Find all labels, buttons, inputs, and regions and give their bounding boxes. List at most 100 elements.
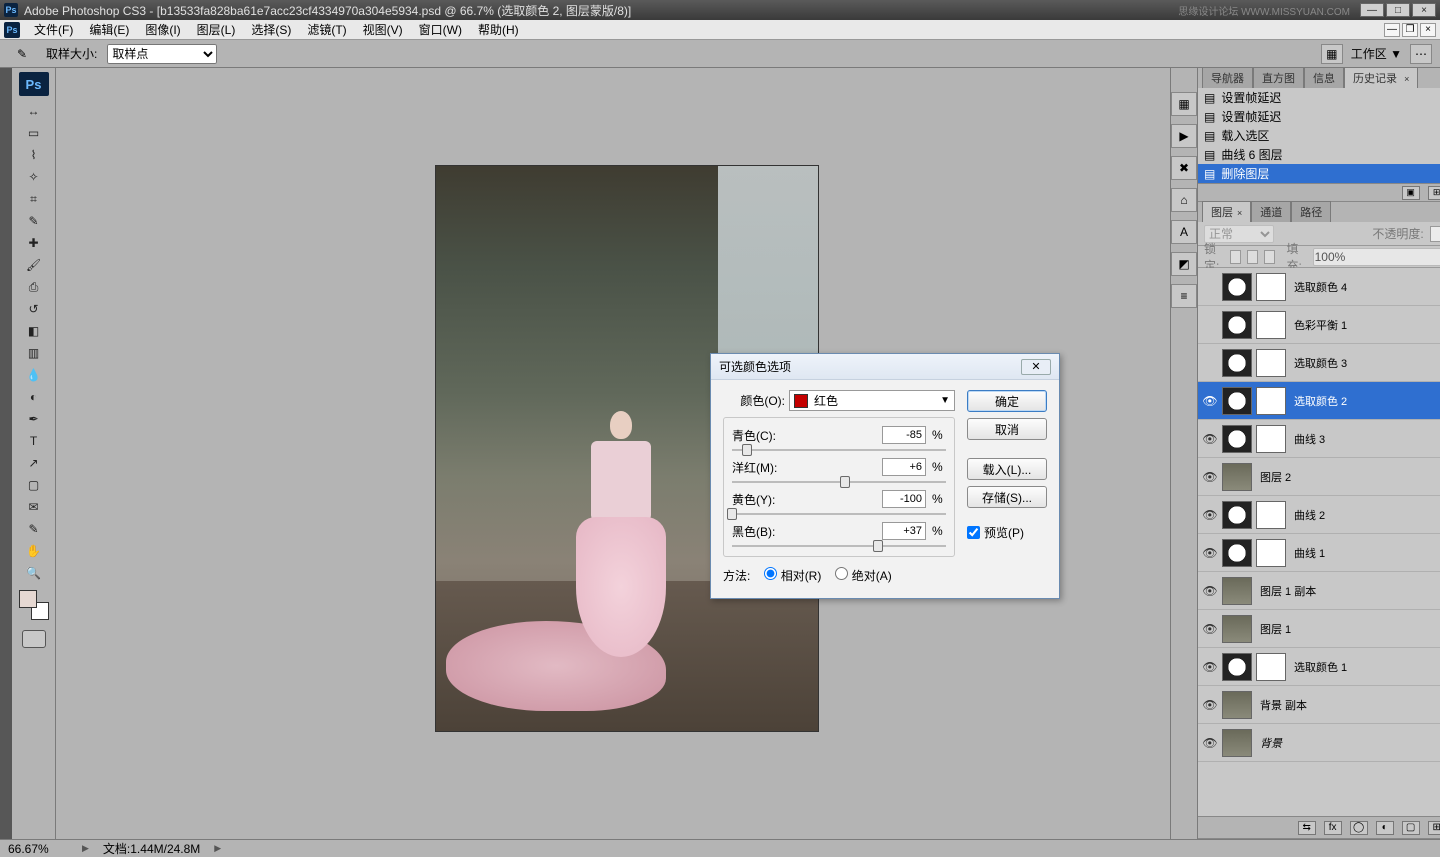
history-brush-tool[interactable]: ↺ — [22, 298, 46, 320]
fill-input[interactable] — [1313, 248, 1440, 266]
layer-fx-button[interactable]: fx — [1324, 821, 1342, 835]
history-tab-1[interactable]: 直方图 — [1253, 67, 1304, 88]
app-menu-icon[interactable]: Ps — [4, 22, 20, 38]
lock-position-button[interactable] — [1247, 250, 1258, 264]
layer-thumbnail[interactable] — [1222, 729, 1252, 757]
layer-thumbnail[interactable] — [1222, 311, 1252, 339]
slider-track-3[interactable] — [732, 542, 946, 550]
dock-icon-6[interactable]: ≡ — [1171, 284, 1197, 308]
layer-name[interactable]: 图层 1 — [1256, 621, 1440, 637]
layer-thumbnail[interactable] — [1222, 653, 1252, 681]
type-tool[interactable]: T — [22, 430, 46, 452]
workspace-menu[interactable]: 工作区 ▼ — [1351, 45, 1402, 62]
eyedrop2-tool[interactable]: ✎ — [22, 518, 46, 540]
dock-icon-1[interactable]: ▶ — [1171, 124, 1197, 148]
lasso-tool[interactable]: ⌇ — [22, 144, 46, 166]
history-row[interactable]: ▤载入选区 — [1198, 126, 1440, 145]
lock-pixels-button[interactable] — [1230, 250, 1241, 264]
layer-row[interactable]: 👁选取颜色 1 — [1198, 648, 1440, 686]
mask-thumbnail[interactable] — [1256, 387, 1286, 415]
visibility-toggle[interactable]: 👁 — [1202, 393, 1218, 409]
menu-7[interactable]: 窗口(W) — [411, 21, 470, 39]
menu-1[interactable]: 编辑(E) — [81, 21, 137, 39]
menu-8[interactable]: 帮助(H) — [470, 21, 527, 39]
visibility-toggle[interactable]: 👁 — [1202, 621, 1218, 637]
menu-2[interactable]: 图像(I) — [137, 21, 188, 39]
zoom-level[interactable]: 66.67% — [8, 842, 68, 856]
visibility-toggle[interactable] — [1202, 355, 1218, 371]
dialog-titlebar[interactable]: 可选颜色选项 ✕ — [711, 354, 1059, 380]
shape-tool[interactable]: ▢ — [22, 474, 46, 496]
layer-thumbnail[interactable] — [1222, 387, 1252, 415]
history-new-button[interactable]: ⊞ — [1428, 186, 1440, 200]
mask-thumbnail[interactable] — [1256, 273, 1286, 301]
layer-adj-button[interactable]: ◐ — [1376, 821, 1394, 835]
visibility-toggle[interactable]: 👁 — [1202, 545, 1218, 561]
layer-thumbnail[interactable] — [1222, 577, 1252, 605]
layer-name[interactable]: 选取颜色 4 — [1290, 279, 1440, 295]
move-tool[interactable]: ↔ — [22, 100, 46, 122]
history-tab-3[interactable]: 历史记录 × — [1344, 67, 1418, 88]
menu-4[interactable]: 选择(S) — [243, 21, 299, 39]
visibility-toggle[interactable]: 👁 — [1202, 697, 1218, 713]
layer-name[interactable]: 曲线 3 — [1290, 431, 1440, 447]
pen-tool[interactable]: ✒ — [22, 408, 46, 430]
layer-name[interactable]: 背景 副本 — [1256, 697, 1440, 713]
slider-value-0[interactable] — [882, 426, 926, 444]
ok-button[interactable]: 确定 — [967, 390, 1047, 412]
eraser-tool[interactable]: ◧ — [22, 320, 46, 342]
mask-thumbnail[interactable] — [1256, 653, 1286, 681]
history-row[interactable]: ▤设置帧延迟 — [1198, 88, 1440, 107]
dock-icon-4[interactable]: A — [1171, 220, 1197, 244]
layers-tab-0[interactable]: 图层× — [1202, 201, 1251, 222]
window-maximize-button[interactable]: □ — [1386, 3, 1410, 17]
menu-6[interactable]: 视图(V) — [355, 21, 411, 39]
visibility-toggle[interactable]: 👁 — [1202, 469, 1218, 485]
visibility-toggle[interactable]: 👁 — [1202, 507, 1218, 523]
slider-track-1[interactable] — [732, 478, 946, 486]
blur-tool[interactable]: 💧 — [22, 364, 46, 386]
cancel-button[interactable]: 取消 — [967, 418, 1047, 440]
visibility-toggle[interactable]: 👁 — [1202, 735, 1218, 751]
slider-track-0[interactable] — [732, 446, 946, 454]
layer-thumbnail[interactable] — [1222, 615, 1252, 643]
zoom-tool[interactable]: 🔍 — [22, 562, 46, 584]
crop-tool[interactable]: ⌗ — [22, 188, 46, 210]
hand-tool[interactable]: ✋ — [22, 540, 46, 562]
history-row[interactable]: ▤设置帧延迟 — [1198, 107, 1440, 126]
history-row[interactable]: ▤曲线 6 图层 — [1198, 145, 1440, 164]
zoom-menu-icon[interactable]: ▶ — [82, 843, 89, 854]
color-dropdown[interactable]: 红色 ▼ — [789, 390, 955, 411]
layer-row[interactable]: 👁曲线 1 — [1198, 534, 1440, 572]
layer-thumbnail[interactable] — [1222, 349, 1252, 377]
layer-row[interactable]: 👁 曲线 2 — [1198, 496, 1440, 534]
heal-tool[interactable]: ✚ — [22, 232, 46, 254]
mask-thumbnail[interactable] — [1256, 349, 1286, 377]
layer-row[interactable]: 👁选取颜色 2 — [1198, 382, 1440, 420]
load-button[interactable]: 载入(L)... — [967, 458, 1047, 480]
dock-icon-3[interactable]: ⌂ — [1171, 188, 1197, 212]
layer-row[interactable]: 选取颜色 4 — [1198, 268, 1440, 306]
layer-thumbnail[interactable] — [1222, 539, 1252, 567]
layer-name[interactable]: 选取颜色 3 — [1290, 355, 1440, 371]
layer-name[interactable]: 曲线 2 — [1290, 507, 1440, 523]
blend-mode-select[interactable]: 正常 — [1204, 225, 1274, 243]
layer-row[interactable]: 👁 图层 1 — [1198, 610, 1440, 648]
layer-new-button[interactable]: ⊞ — [1428, 821, 1440, 835]
slider-track-2[interactable] — [732, 510, 946, 518]
method-relative-radio[interactable]: 相对(R) — [764, 567, 821, 584]
gradient-tool[interactable]: ▥ — [22, 342, 46, 364]
layer-thumbnail[interactable] — [1222, 273, 1252, 301]
doc-minimize-button[interactable]: — — [1384, 23, 1400, 37]
layer-name[interactable]: 图层 1 副本 — [1256, 583, 1440, 599]
screen-mode-button[interactable]: ▦ — [1321, 44, 1343, 64]
layer-row[interactable]: 👁背景🔒 — [1198, 724, 1440, 762]
layer-name[interactable]: 色彩平衡 1 — [1290, 317, 1440, 333]
brush-tool[interactable]: 🖌 — [22, 254, 46, 276]
status-menu-icon[interactable]: ▶ — [214, 843, 221, 854]
slider-value-2[interactable] — [882, 490, 926, 508]
dock-icon-2[interactable]: ✖ — [1171, 156, 1197, 180]
mask-thumbnail[interactable] — [1256, 539, 1286, 567]
path-tool[interactable]: ↗ — [22, 452, 46, 474]
slider-value-3[interactable] — [882, 522, 926, 540]
